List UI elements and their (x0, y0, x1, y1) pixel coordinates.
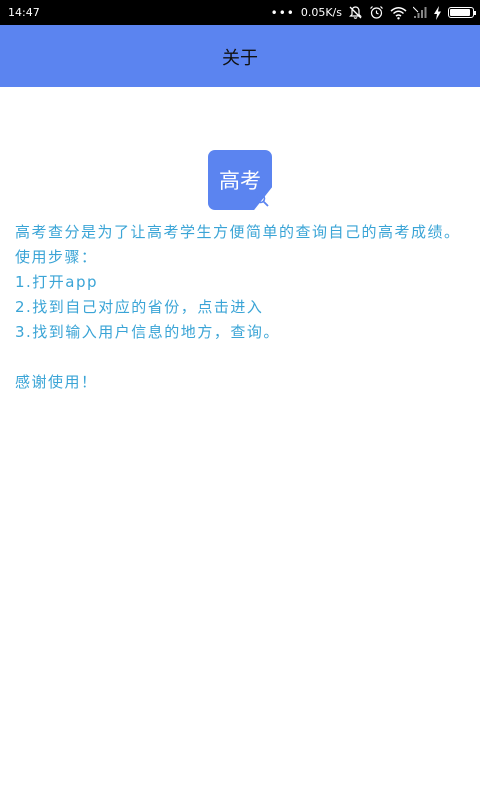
bell-muted-icon (348, 5, 363, 20)
thanks-text: 感谢使用！ (15, 373, 98, 391)
magnifier-icon (255, 193, 269, 207)
app-bar: 关于 (0, 25, 480, 87)
step-item: 2.找到自己对应的省份，点击进入 (15, 298, 264, 316)
charging-icon (433, 5, 442, 20)
intro-text: 高考查分是为了让高考学生方便简单的查询自己的高考成绩。使用步骤： (15, 223, 461, 266)
wifi-icon (390, 6, 407, 20)
logo-text: 高考 (219, 169, 261, 193)
status-time: 14:47 (8, 6, 40, 19)
signal-icon (413, 6, 427, 19)
network-speed: 0.05K/s (300, 6, 342, 19)
status-bar: 14:47 ••• 0.05K/s (0, 0, 480, 25)
alarm-icon (369, 5, 384, 20)
battery-icon (448, 7, 476, 18)
notification-dots: ••• (270, 5, 295, 20)
about-content: 高考查分是为了让高考学生方便简单的查询自己的高考成绩。使用步骤： 1.打开app… (15, 220, 467, 395)
page-title: 关于 (222, 48, 258, 69)
step-item: 1.打开app (15, 273, 99, 291)
app-logo: 高考 (208, 150, 272, 210)
status-icons: ••• 0.05K/s (270, 4, 476, 21)
step-item: 3.找到输入用户信息的地方，查询。 (15, 323, 280, 341)
